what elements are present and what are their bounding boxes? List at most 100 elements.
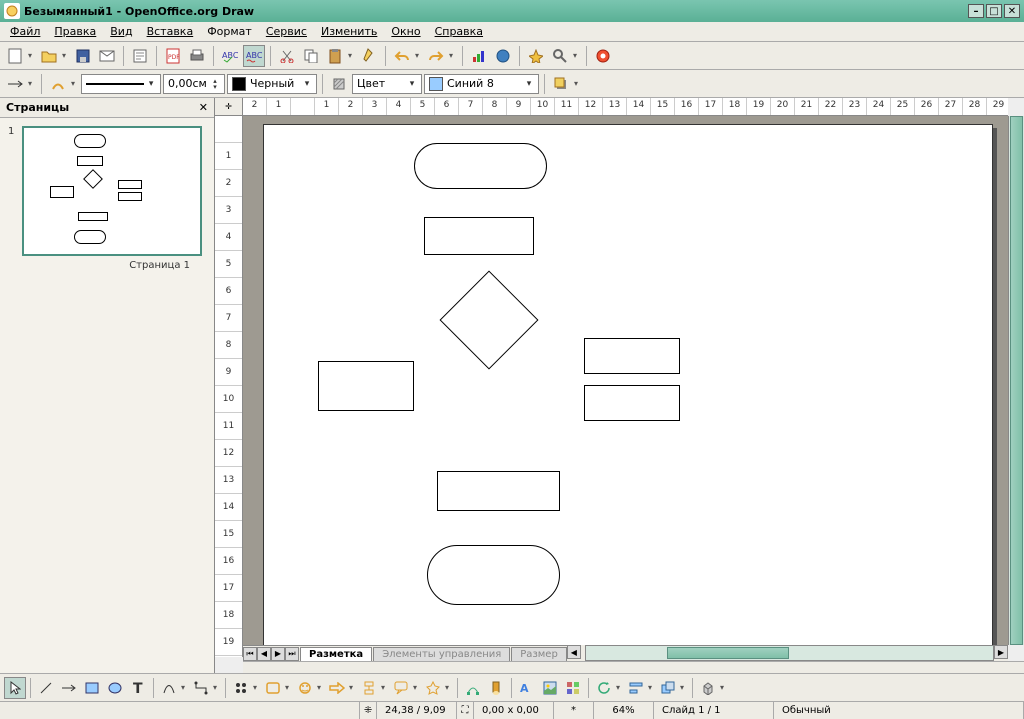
email-button[interactable] (96, 45, 118, 67)
dropdown-arrow-icon[interactable]: ▾ (348, 51, 356, 60)
edit-points-tool[interactable] (462, 677, 484, 699)
line-color-combo[interactable]: Черный ▾ (227, 74, 317, 94)
shape-rectangle[interactable] (437, 471, 560, 511)
dropdown-arrow-icon[interactable]: ▾ (28, 79, 36, 88)
menu-window[interactable]: Окно (385, 23, 426, 40)
dropdown-arrow-icon[interactable]: ▾ (449, 51, 457, 60)
redo-button[interactable] (425, 45, 447, 67)
stars-tool[interactable] (422, 677, 444, 699)
shape-rectangle[interactable] (424, 217, 534, 255)
dropdown-arrow-icon[interactable]: ▾ (181, 683, 189, 692)
print-button[interactable] (186, 45, 208, 67)
hscroll-right-button[interactable]: ▶ (994, 645, 1008, 659)
horizontal-ruler[interactable]: 2112345678910111213141516171819202122232… (243, 98, 1008, 116)
horizontal-scrollbar[interactable] (585, 645, 994, 661)
shape-rounded-rect[interactable] (414, 143, 547, 189)
new-doc-button[interactable] (4, 45, 26, 67)
undo-button[interactable] (391, 45, 413, 67)
gallery-tool[interactable] (562, 677, 584, 699)
dropdown-arrow-icon[interactable]: ▾ (317, 683, 325, 692)
rotate-tool[interactable] (593, 677, 615, 699)
toolbar-options-icon[interactable]: ▾ (574, 79, 582, 88)
dropdown-arrow-icon[interactable]: ▾ (381, 683, 389, 692)
menu-file[interactable]: Файл (4, 23, 46, 40)
dropdown-arrow-icon[interactable]: ▾ (415, 51, 423, 60)
drawing-page[interactable] (263, 124, 993, 645)
dropdown-arrow-icon[interactable]: ▾ (573, 51, 581, 60)
dropdown-arrow-icon[interactable]: ▾ (71, 79, 79, 88)
basic-shapes-tool[interactable] (230, 677, 252, 699)
dropdown-arrow-icon[interactable]: ▾ (648, 683, 656, 692)
maximize-button[interactable]: □ (986, 4, 1002, 18)
save-button[interactable] (72, 45, 94, 67)
flowchart-tool[interactable] (358, 677, 380, 699)
menu-tools[interactable]: Сервис (260, 23, 313, 40)
canvas-viewport[interactable] (243, 116, 1008, 645)
toolbar-options-icon[interactable]: ▾ (720, 683, 728, 692)
zoom-button[interactable] (549, 45, 571, 67)
menu-view[interactable]: Вид (104, 23, 138, 40)
alignment-tool[interactable] (625, 677, 647, 699)
menu-edit[interactable]: Правка (48, 23, 102, 40)
tab-nav-first[interactable]: ⏮ (243, 647, 257, 661)
shape-rounded-rect[interactable] (427, 545, 560, 605)
minimize-button[interactable]: – (968, 4, 984, 18)
tab-layout[interactable]: Разметка (300, 647, 372, 661)
vertical-ruler[interactable]: 1234567891011121314151617181920 (215, 116, 243, 657)
line-properties-button[interactable] (47, 73, 69, 95)
spellcheck-button[interactable]: ABC (219, 45, 241, 67)
dropdown-arrow-icon[interactable]: ▾ (28, 51, 36, 60)
tab-controls[interactable]: Элементы управления (373, 647, 510, 661)
navigator-button[interactable] (525, 45, 547, 67)
shadow-button[interactable] (550, 73, 572, 95)
dropdown-arrow-icon[interactable]: ▾ (213, 683, 221, 692)
glue-points-tool[interactable] (485, 677, 507, 699)
dropdown-arrow-icon[interactable]: ▾ (285, 683, 293, 692)
line-tool[interactable] (35, 677, 57, 699)
menu-insert[interactable]: Вставка (141, 23, 200, 40)
shape-rectangle[interactable] (584, 338, 680, 374)
panel-close-button[interactable]: ✕ (199, 101, 208, 114)
connector-tool[interactable] (190, 677, 212, 699)
arrange-tool[interactable] (657, 677, 679, 699)
line-style-combo[interactable]: ▾ (81, 74, 161, 94)
dropdown-arrow-icon[interactable]: ▾ (253, 683, 261, 692)
callouts-tool[interactable] (390, 677, 412, 699)
line-width-combo[interactable]: 0,00см ▴▾ (163, 74, 225, 94)
export-pdf-button[interactable]: PDF (162, 45, 184, 67)
from-file-tool[interactable] (539, 677, 561, 699)
dropdown-arrow-icon[interactable]: ▾ (445, 683, 453, 692)
ellipse-tool[interactable] (104, 677, 126, 699)
status-mode[interactable]: Обычный (774, 702, 1024, 719)
vertical-scrollbar[interactable] (1008, 116, 1024, 645)
tab-nav-last[interactable]: ⏭ (285, 647, 299, 661)
block-arrows-tool[interactable] (326, 677, 348, 699)
menu-format[interactable]: Формат (201, 23, 258, 40)
shape-diamond[interactable] (454, 285, 524, 355)
copy-button[interactable] (300, 45, 322, 67)
tab-nav-prev[interactable]: ◀ (257, 647, 271, 661)
tab-dimensions[interactable]: Размер (511, 647, 567, 661)
basic-shapes-rect-tool[interactable] (262, 677, 284, 699)
tab-nav-next[interactable]: ▶ (271, 647, 285, 661)
menu-modify[interactable]: Изменить (315, 23, 383, 40)
chart-button[interactable] (468, 45, 490, 67)
edit-file-button[interactable] (129, 45, 151, 67)
dropdown-arrow-icon[interactable]: ▾ (616, 683, 624, 692)
rectangle-tool[interactable] (81, 677, 103, 699)
text-tool[interactable]: T (127, 677, 149, 699)
dropdown-arrow-icon[interactable]: ▾ (62, 51, 70, 60)
status-zoom[interactable]: 64% (594, 702, 654, 719)
extrusion-tool[interactable] (697, 677, 719, 699)
paste-button[interactable] (324, 45, 346, 67)
close-button[interactable]: ✕ (1004, 4, 1020, 18)
format-paintbrush-button[interactable] (358, 45, 380, 67)
arrow-style-button[interactable] (4, 73, 26, 95)
autospellcheck-button[interactable]: ABC (243, 45, 265, 67)
open-button[interactable] (38, 45, 60, 67)
fill-color-combo[interactable]: Синий 8 ▾ (424, 74, 539, 94)
symbol-shapes-tool[interactable] (294, 677, 316, 699)
dropdown-arrow-icon[interactable]: ▾ (680, 683, 688, 692)
help-button[interactable] (592, 45, 614, 67)
curve-tool[interactable] (158, 677, 180, 699)
